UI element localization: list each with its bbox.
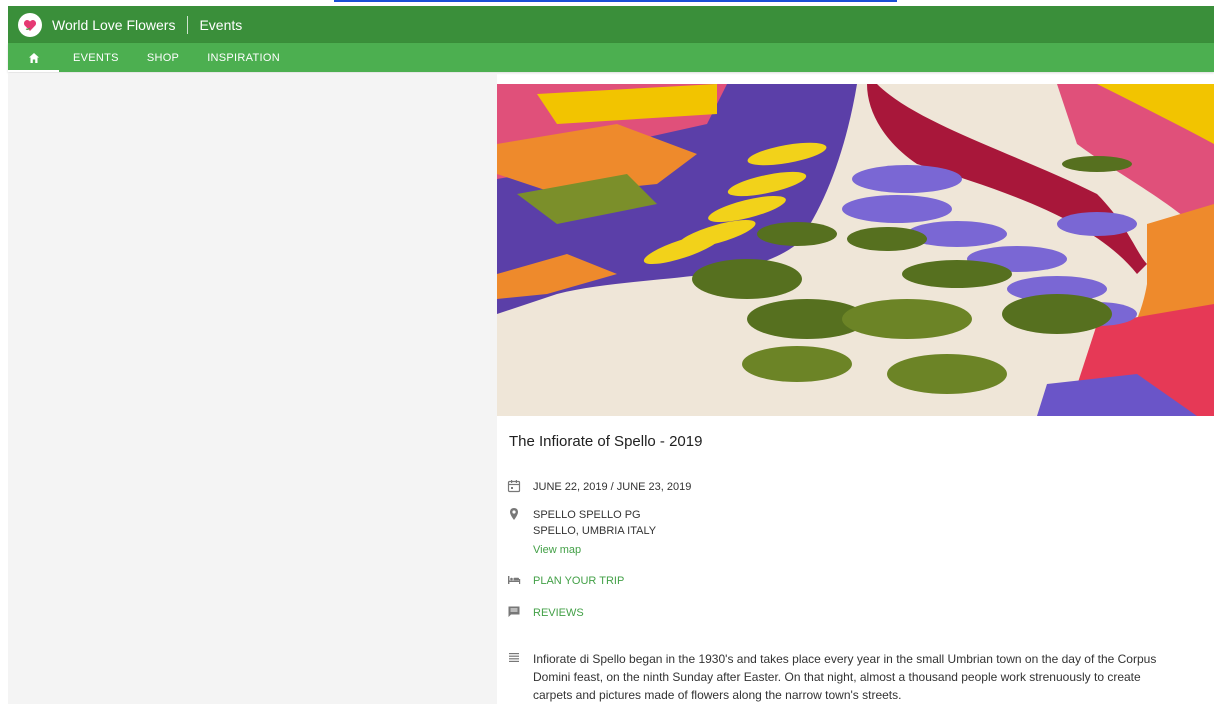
reviews-row[interactable]: REVIEWS (507, 605, 584, 621)
nav-events[interactable]: EVENTS (59, 52, 133, 64)
event-location-row: SPELLO SPELLO PG SPELLO, UMBRIA ITALY Vi… (507, 507, 656, 558)
location-pin-icon (507, 507, 523, 523)
location-line-1: SPELLO SPELLO PG (533, 509, 641, 521)
top-blue-line (334, 0, 897, 2)
nav-inspiration[interactable]: INSPIRATION (193, 52, 294, 64)
nav-shop[interactable]: SHOP (133, 52, 193, 64)
comment-icon (507, 605, 523, 621)
event-card: The Infiorate of Spello - 2019 JUNE 22, … (497, 84, 1214, 704)
reviews-link[interactable]: REVIEWS (533, 605, 584, 621)
title-divider (187, 15, 189, 34)
event-hero-image (497, 84, 1214, 416)
nav-bar: EVENTS SHOP INSPIRATION (8, 43, 1214, 72)
description-row: Infiorate di Spello began in the 1930's … (507, 650, 1183, 704)
hotel-bed-icon (507, 573, 523, 589)
home-icon (28, 52, 39, 63)
event-dates-row: JUNE 22, 2019 / JUNE 23, 2019 (507, 479, 691, 495)
plan-trip-row[interactable]: PLAN YOUR TRIP (507, 573, 624, 589)
event-description: Infiorate di Spello began in the 1930's … (533, 652, 1157, 702)
event-dates: JUNE 22, 2019 / JUNE 23, 2019 (533, 481, 692, 493)
section-title: Events (199, 16, 243, 33)
calendar-icon (507, 479, 523, 495)
left-blank-panel (8, 73, 497, 704)
app-title[interactable]: World Love Flowers (52, 17, 175, 33)
plan-trip-link[interactable]: PLAN YOUR TRIP (533, 573, 624, 589)
notes-lines-icon (507, 650, 523, 666)
event-title: The Infiorate of Spello - 2019 (509, 433, 703, 450)
view-map-link[interactable]: View map (533, 542, 656, 558)
flower-heart-logo[interactable] (18, 12, 42, 37)
app-bar: World Love Flowers Events (8, 6, 1214, 43)
location-line-2: SPELLO, UMBRIA ITALY (533, 525, 657, 537)
nav-home-tab[interactable] (8, 43, 59, 72)
